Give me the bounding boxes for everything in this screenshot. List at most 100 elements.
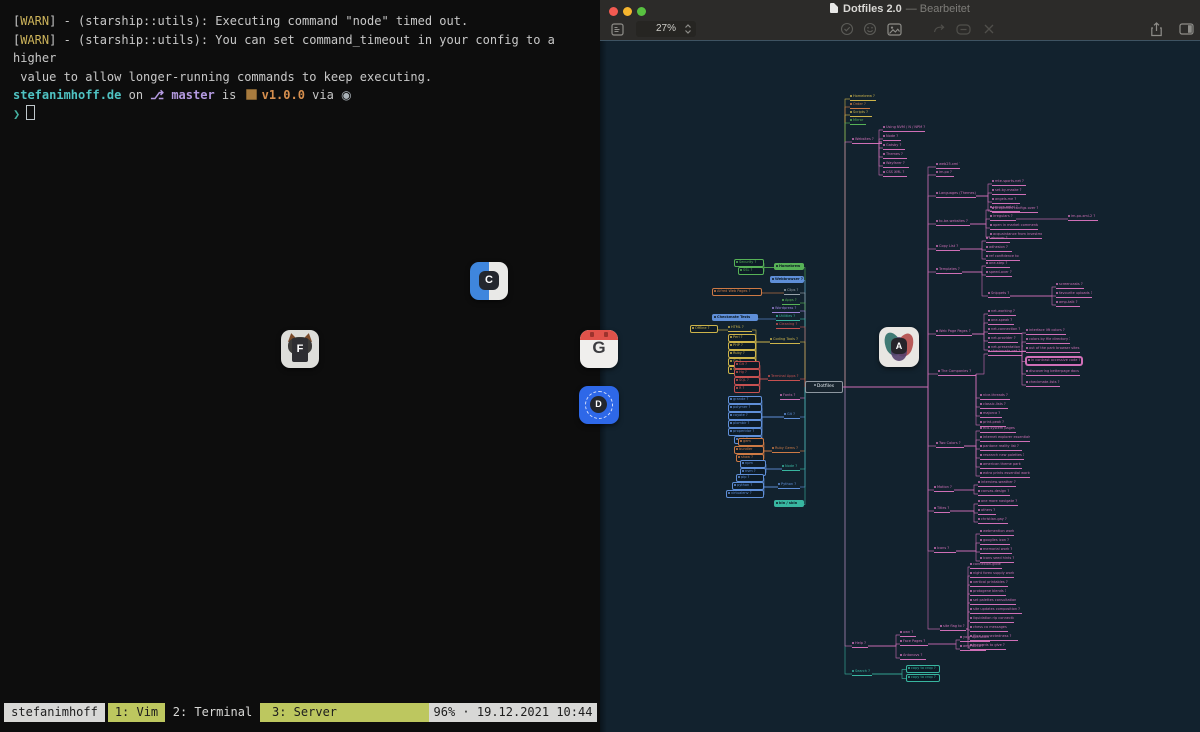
tmux-window-terminal[interactable]: 2: Terminal <box>172 703 253 722</box>
mindmap-node[interactable]: Git ? <box>784 412 800 419</box>
mindmap-node[interactable]: Fonts ? <box>780 393 800 400</box>
mindmap-node[interactable]: grande ? <box>728 396 762 404</box>
mindmap-node[interactable]: Utilities ? <box>776 314 800 321</box>
mindmap-node[interactable]: ref confidence to ? <box>986 254 1020 261</box>
mindmap-node[interactable]: SQL ? <box>734 377 760 385</box>
inspector-panel-icon[interactable] <box>1177 21 1195 37</box>
mindmap-node[interactable]: one-speak ? <box>988 318 1014 325</box>
mindmap-node[interactable]: interface lift colors ? <box>1026 328 1066 335</box>
mindmap-node[interactable]: checkmate-lists ? <box>1026 380 1060 387</box>
mindmap-node[interactable]: Themes ? <box>883 152 907 159</box>
terminal-prompt[interactable]: ❯ <box>13 105 596 124</box>
mindmap-node[interactable]: Face Pages ? <box>900 639 928 646</box>
mindmap-node[interactable]: amp-talk ? <box>1056 300 1080 307</box>
app-icon-d[interactable]: D <box>579 386 619 424</box>
mindmap-node[interactable]: Web Page Pages ? <box>936 329 972 336</box>
mindmap-node[interactable]: Node ? <box>883 134 901 141</box>
mindmap-node[interactable]: copy to crop ? <box>906 665 940 673</box>
mindmap-node[interactable]: Cleaning ? <box>776 322 800 329</box>
mindmap-node[interactable]: Using NVM / N / NPM ? <box>883 125 925 132</box>
mindmap-node[interactable]: chess co messages ? <box>970 625 1008 632</box>
mindmap-node[interactable]: Antonovs ? <box>900 653 926 660</box>
mindmap-node[interactable]: Webbrowser ? <box>770 276 804 283</box>
mindmap-node[interactable]: Checkmate Tests <box>712 314 758 321</box>
sticker-icon[interactable] <box>861 21 879 37</box>
mindmap-node[interactable]: amp 625x ? <box>960 644 986 651</box>
mindmap-node[interactable]: CSS XML ? <box>883 170 907 177</box>
mindmap-node[interactable]: Templates ? <box>936 267 962 274</box>
mindmap-node[interactable]: american theme park ? <box>980 462 1022 469</box>
mindmap-node[interactable]: Help ? <box>852 641 868 648</box>
mindmap-node[interactable]: in contrast accessive code ? <box>1026 357 1082 365</box>
mindmap-node[interactable]: pip ? <box>736 474 764 482</box>
mindmap-node[interactable]: site flag to ? <box>940 624 966 631</box>
mindmap-node[interactable]: Icons ? <box>934 546 956 553</box>
window-titlebar[interactable]: Dotfiles 2.0— Bearbeitet <box>600 0 1200 18</box>
mindmap-node[interactable]: Node ? <box>782 464 800 471</box>
mindmap-node[interactable]: screencasts ? <box>1056 282 1084 289</box>
mindmap-node[interactable]: Alfred Web Pages ? <box>712 288 762 296</box>
mindmap-node[interactable]: irregulars ? <box>990 214 1016 221</box>
mindmap-node[interactable]: copy to crop ? <box>906 674 940 682</box>
mindmap-node[interactable]: research new palettes ? <box>980 453 1024 460</box>
mindmap-node[interactable]: Terminal Apps ? <box>768 374 800 381</box>
mindmap-node[interactable]: Copy List ? <box>936 244 960 251</box>
mindmap-node[interactable]: HTML ? <box>728 325 752 332</box>
mindmap-node[interactable]: secure-petal ? <box>990 205 1020 212</box>
mindmap-node[interactable]: polymer ? <box>728 404 762 412</box>
redo-icon[interactable] <box>930 21 948 37</box>
mindmap-node[interactable]: Snippets ? <box>988 291 1010 298</box>
mindmap-node[interactable]: Apps ? <box>782 298 800 305</box>
mindmap-node[interactable]: Offline ? <box>690 325 718 333</box>
mindmap-node[interactable]: vertical printables ? <box>970 580 1008 587</box>
mindmap-node[interactable]: im-po-xml-2 ? <box>1068 214 1098 221</box>
app-icon-a[interactable]: A <box>879 327 919 367</box>
mindmap-node[interactable]: set-by-maske ? <box>992 188 1026 195</box>
mindmap-node[interactable]: Python ? <box>778 482 800 489</box>
tmux-window-vim[interactable]: 1: Vim <box>108 703 165 722</box>
mindmap-node[interactable]: bundler <box>734 446 764 454</box>
mindmap-node[interactable]: SSL ? <box>738 267 764 275</box>
mindmap-node[interactable]: mte-sports.net ? <box>992 179 1026 186</box>
mindmap-node[interactable]: Wordpress ? <box>772 306 800 313</box>
mindmap-node[interactable]: Mirror <box>850 118 866 125</box>
mindmap-node[interactable]: your operation ? <box>960 635 990 642</box>
mindmap-node[interactable]: virtualenv ? <box>726 490 764 498</box>
mindmap-node[interactable]: Ruby Gems ? <box>772 446 800 453</box>
mindmap-node[interactable]: canvas-design ? <box>978 489 1010 496</box>
media-image-icon[interactable] <box>885 21 903 37</box>
mindmap-node[interactable]: checkmate.net ? <box>988 349 1022 356</box>
mindmap-node[interactable]: classic-lists ? <box>980 402 1008 409</box>
mindmap-node[interactable]: favourite uploads ? <box>1056 291 1092 298</box>
mindmap-node[interactable]: Two Colors ? <box>936 441 964 448</box>
mindmap-node[interactable]: Homebrew ? <box>850 94 876 101</box>
mindmap-node[interactable]: coyote ? <box>728 412 762 420</box>
mindmap-node[interactable]: Wayfarer ? <box>883 161 909 168</box>
mindmap-node[interactable]: majorca ? <box>980 411 1002 418</box>
task-checkbox-icon[interactable] <box>838 21 856 37</box>
mindmap-node[interactable]: interview-weather ? <box>978 480 1016 487</box>
mindmap-node[interactable]: discovering betterpage docs ? <box>1026 369 1080 376</box>
mindmap-node[interactable]: pantone reality list ? <box>980 444 1022 451</box>
mindmap-node[interactable]: R ? <box>734 385 760 393</box>
mindmap-node[interactable]: speed-over ? <box>986 270 1012 277</box>
mindmap-node[interactable]: set palettes consultation ? <box>970 598 1016 605</box>
mindmap-node[interactable]: extra prints essential works ? <box>980 471 1030 478</box>
mindmap-node[interactable]: memorial work ? <box>980 547 1012 554</box>
mindmap-node[interactable]: Search ? <box>852 669 872 676</box>
mindmap-node[interactable]: eco-system pages ? <box>980 426 1016 433</box>
mindmap-node[interactable]: Laborum ? <box>986 236 1010 243</box>
mindmap-node[interactable]: Gatsby ? <box>883 143 905 150</box>
mindmap-node[interactable]: Titles ? <box>934 506 950 513</box>
collapse-node-icon[interactable] <box>954 21 972 37</box>
mindmap-node[interactable]: connexion-glide ? <box>970 562 1002 569</box>
mindmap-node[interactable]: Order ? <box>850 102 870 109</box>
mindmap-node[interactable]: net-working ? <box>988 309 1016 316</box>
mindmap-node[interactable]: properidor ? <box>728 428 762 436</box>
mindmap-node[interactable]: Security ? <box>734 259 764 267</box>
mindmap-node[interactable]: net-connection ? <box>988 327 1022 334</box>
mindmap-node[interactable]: christian-gay ? <box>978 517 1008 524</box>
zoom-level-control[interactable]: 27% <box>636 21 696 37</box>
mindmap-node[interactable]: Git ? <box>734 361 760 369</box>
mindmap-node[interactable]: colors by file directory ? <box>1026 337 1070 344</box>
